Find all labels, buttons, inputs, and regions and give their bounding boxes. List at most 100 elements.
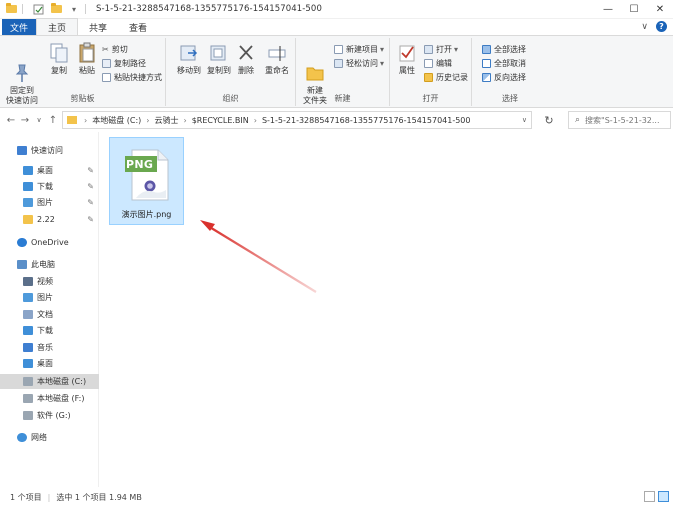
drive-icon [23,377,33,386]
drive-icon [23,394,33,403]
large-icons-view-icon[interactable] [658,491,669,502]
tab-home[interactable]: 主页 [36,18,79,35]
rename-icon [267,42,287,64]
sidebar-item-label: OneDrive [31,238,69,247]
select-all-button[interactable]: 全部选择 [482,44,526,55]
scissors-icon: ✂ [102,45,109,54]
sidebar-item-label: 桌面 [37,359,53,368]
open-icon [424,45,433,54]
tab-view[interactable]: 查看 [118,19,158,35]
breadcrumb-yunqishi[interactable]: 云骑士 [154,115,178,126]
sidebar-item-label: 桌面 [37,166,53,175]
navigation-pane: 快速访问 桌面 ✎ 下载 ✎ 图片 ✎ 2.22 ✎ OneDrive 此电脑 视频 图片 文档 下载 音乐桌… [0,132,99,487]
cut-button[interactable]: ✂ 剪切 [102,44,128,55]
sidebar-item-label: 下载 [37,182,53,191]
sidebar-item[interactable]: 本地磁盘 (F:) [0,391,99,406]
copy-to-icon [209,42,229,64]
sidebar-item[interactable]: 音乐 [0,340,99,355]
tab-share[interactable]: 共享 [78,19,118,35]
sidebar-item[interactable]: 视频 [0,274,99,289]
breadcrumb-recycle-bin[interactable]: $RECYCLE.BIN [192,116,249,125]
music-icon [23,343,33,352]
invert-selection-button[interactable]: 反向选择 [482,72,526,83]
network-icon [17,433,27,442]
customize-quick-access-icon[interactable]: ▾ [67,3,81,15]
sidebar-item[interactable]: 此电脑 [0,257,99,272]
forward-arrow-icon[interactable]: → [18,115,32,126]
sidebar-item[interactable]: 图片 ✎ [0,195,99,210]
drive-icon [23,411,33,420]
history-button[interactable]: 历史记录 [424,72,468,83]
breadcrumb-separator: › [146,115,150,125]
sidebar-item-label: 此电脑 [31,260,55,269]
new-item-button[interactable]: 新建项目 ▾ [334,44,384,55]
breadcrumb-sid-folder[interactable]: S-1-5-21-3288547168-1355775176-154157041… [262,116,471,125]
refresh-icon[interactable]: ↻ [540,111,558,129]
select-none-button[interactable]: 全部取消 [482,58,526,69]
back-arrow-icon[interactable]: ← [4,115,18,126]
paste-shortcut-button[interactable]: 粘贴快捷方式 [102,72,162,83]
sidebar-item[interactable]: 桌面 [0,356,99,371]
paste-button[interactable]: 粘贴 [70,42,104,76]
sidebar-item[interactable]: 下载 ✎ [0,179,99,194]
path-icon [102,59,111,68]
open-group: 属性 打开 ▾ 编辑 历史记录 打开 [390,38,472,106]
sidebar-item[interactable]: 下载 [0,323,99,338]
new-folder-quick-icon[interactable] [49,3,63,15]
organize-group: 移动到 复制到 删除 重命名 组织 [166,38,296,106]
divider [22,4,23,14]
chevron-down-icon[interactable]: ∨ [641,22,648,32]
properties-quick-icon[interactable] [31,3,45,15]
group-label-select: 选择 [502,94,518,103]
breadcrumb-drive-c[interactable]: 本地磁盘 (C:) [92,115,141,126]
sidebar-item[interactable]: 本地磁盘 (C:) [0,374,99,389]
open-button[interactable]: 打开 ▾ [424,44,458,55]
sidebar-item[interactable]: 图片 [0,290,99,305]
status-separator: | [47,492,51,502]
sidebar-item-label: 下载 [37,326,53,335]
copy-path-button[interactable]: 复制路径 [102,58,146,69]
sidebar-item[interactable]: 2.22 ✎ [0,212,99,227]
minimize-button[interactable]: — [595,0,621,19]
copy-to-button[interactable]: 复制到 [202,42,236,76]
sidebar-item-label: 音乐 [37,343,53,352]
address-bar[interactable]: › 本地磁盘 (C:) › 云骑士 › $RECYCLE.BIN › S-1-5… [62,111,532,129]
pictures-icon [23,293,33,302]
move-to-icon [179,42,199,64]
sidebar-item[interactable]: 快速访问 [0,143,99,158]
select-all-icon [482,45,491,54]
new-group: 新建 文件夹 新建项目 ▾ 轻松访问 ▾ 新建 [296,38,390,106]
properties-button[interactable]: 属性 [392,42,422,76]
file-item-png[interactable]: PNG 演示图片.png [109,137,184,225]
selection-info: 选中 1 个项目 1.94 MB [56,492,142,502]
file-name-label: 演示图片.png [121,210,172,219]
address-dropdown-chevron-icon[interactable]: ∨ [522,116,527,124]
sidebar-item-label: 图片 [37,198,53,207]
edit-button[interactable]: 编辑 [424,58,452,69]
close-button[interactable]: ✕ [647,0,673,19]
tab-file[interactable]: 文件 [2,19,36,35]
details-view-icon[interactable] [644,491,655,502]
pin-icon: ✎ [87,182,94,191]
search-input[interactable]: ⌕ 搜索"S-1-5-21-32... [568,111,671,129]
easy-access-button[interactable]: 轻松访问 ▾ [334,58,384,69]
recent-locations-chevron-icon[interactable]: ∨ [32,116,46,124]
sidebar-item[interactable]: 文档 [0,307,99,322]
rename-button[interactable]: 重命名 [260,42,294,76]
move-to-button[interactable]: 移动到 [172,42,206,76]
pin-icon: ✎ [87,198,94,207]
paste-icon [77,42,97,64]
up-arrow-icon[interactable]: ↑ [46,115,60,126]
sidebar-item-label: 软件 (G:) [37,411,71,420]
copy-icon [49,42,69,64]
breadcrumb-separator: › [183,115,187,125]
annotation-arrow [200,220,317,293]
maximize-button[interactable]: ☐ [621,0,647,19]
help-icon[interactable]: ? [656,21,667,32]
easy-access-icon [334,59,343,68]
sidebar-item[interactable]: OneDrive [0,235,99,250]
sidebar-item[interactable]: 桌面 ✎ [0,163,99,178]
sidebar-item[interactable]: 软件 (G:) [0,408,99,423]
delete-button[interactable]: 删除 [232,42,260,76]
sidebar-item[interactable]: 网络 [0,430,99,445]
